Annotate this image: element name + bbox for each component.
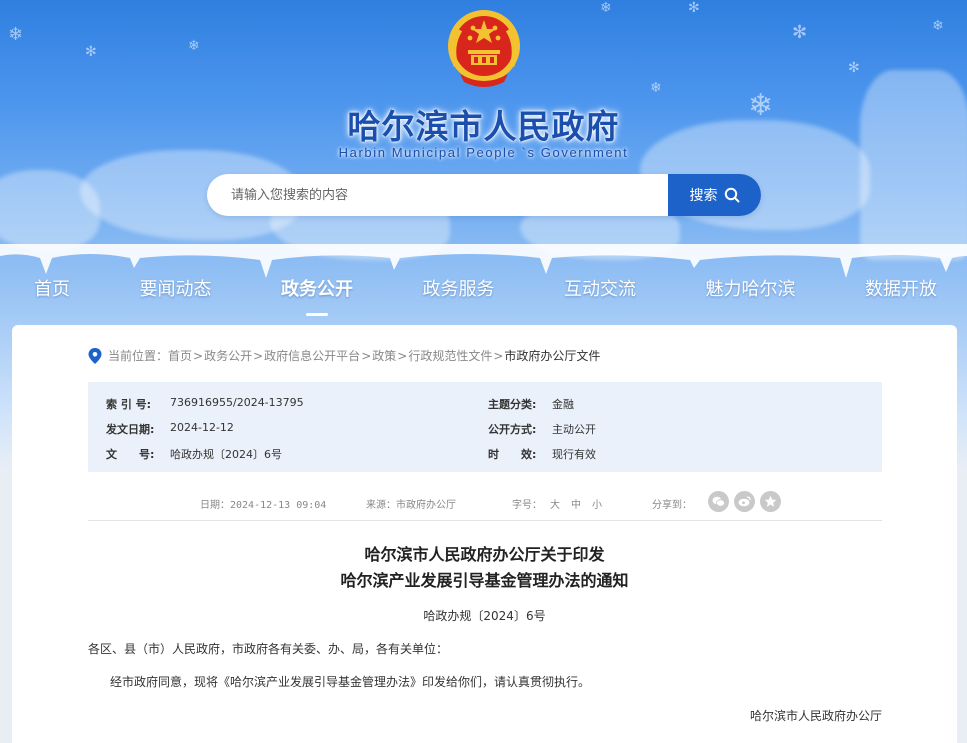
nav-item-government-affairs-disclosure[interactable]: 政务公开 [281,268,353,316]
snowflake-icon: ❄ [600,0,612,16]
article-info-bar: 日期：2024-12-13 09:04 来源：市政府办公厅 字号： 大 中 小 … [88,485,882,521]
breadcrumb-link-policy[interactable]: 政策 [372,347,396,364]
nav-item-news[interactable]: 要闻动态 [140,268,212,314]
main-nav: 首页 要闻动态 政务公开 政务服务 互动交流 魅力哈尔滨 数据开放 [0,268,967,316]
document-number-value: 哈政办规〔2024〕6号 [170,448,282,461]
document-title: 哈尔滨市人民政府办公厅关于印发 哈尔滨产业发展引导基金管理办法的通知 [12,542,957,594]
validity-label: 时 效: [488,448,537,461]
validity-value: 现行有效 [552,448,596,461]
category-value: 金融 [552,398,574,411]
location-pin-icon [88,347,102,364]
snowflake-icon: ❄ [188,38,200,54]
document-metadata-table: 索 引 号: 736916955/2024-13795 主题分类: 金融 发文日… [88,382,882,472]
snowflake-icon: ✻ [792,22,808,43]
ice-sculpture-decoration [0,170,100,250]
search-icon [724,187,739,203]
issue-date-value: 2024-12-12 [170,421,234,434]
breadcrumb-prefix: 当前位置： [108,349,169,363]
index-number-value: 736916955/2024-13795 [170,396,304,409]
search-bar: 搜索 [207,174,761,216]
breadcrumb-link-info-platform[interactable]: 政府信息公开平台 [264,347,360,364]
breadcrumb-link-disclosure[interactable]: 政务公开 [204,347,252,364]
font-size-large-button[interactable]: 大 [550,496,560,511]
snowflake-icon: ❄ [8,24,24,45]
article-source: 来源：市政府办公厅 [366,500,456,511]
share-label: 分享到： [652,500,692,511]
breadcrumb-link-home[interactable]: 首页 [168,347,192,364]
favorite-icon[interactable] [760,491,781,512]
breadcrumb: 当前位置： 首页 > 政务公开 > 政府信息公开平台 > 政策 > 行政规范性文… [88,347,600,364]
publish-mode-value: 主动公开 [552,423,596,436]
snowflake-icon: ✻ [848,60,860,76]
issue-date-label: 发文日期: [106,423,155,436]
document-title-line-1: 哈尔滨市人民政府办公厅关于印发 [364,545,605,564]
publish-mode-label: 公开方式: [488,423,537,436]
breadcrumb-separator: > [397,348,408,363]
document-body-paragraph: 经市政府同意，现将《哈尔滨产业发展引导基金管理办法》印发给你们，请认真贯彻执行。 [110,675,591,689]
search-button-label: 搜索 [689,188,718,204]
nav-item-charming-harbin[interactable]: 魅力哈尔滨 [706,268,796,314]
national-emblem-icon [448,10,520,87]
ice-tower-decoration [860,70,967,260]
font-size-medium-button[interactable]: 中 [571,496,581,511]
font-size-small-button[interactable]: 小 [592,496,602,511]
document-salutation: 各区、县（市）人民政府，市政府各有关委、办、局，各有关单位： [88,642,449,656]
font-size-label: 字号： [512,500,542,511]
publish-date: 日期：2024-12-13 09:04 [200,500,327,511]
document-signature: 哈尔滨市人民政府办公厅 [749,709,882,723]
nav-item-open-data[interactable]: 数据开放 [865,268,937,314]
site-title: 哈尔滨市人民政府 [347,107,620,146]
breadcrumb-link-normative-documents[interactable]: 行政规范性文件 [408,347,492,364]
category-label: 主题分类: [488,398,537,411]
breadcrumb-separator: > [253,348,264,363]
breadcrumb-separator: > [193,348,204,363]
nav-item-government-services[interactable]: 政务服务 [423,268,495,314]
nav-item-interaction[interactable]: 互动交流 [564,268,636,314]
breadcrumb-separator: > [361,348,372,363]
snowflake-icon: ❄ [932,18,944,34]
document-number: 哈政办规〔2024〕6号 [423,609,546,623]
breadcrumb-link-office-documents[interactable]: 市政府办公厅文件 [504,347,600,364]
nav-item-home[interactable]: 首页 [34,268,70,314]
index-number-label: 索 引 号: [106,398,152,411]
wechat-icon[interactable] [708,491,729,512]
site-subtitle: Harbin Municipal People `s Government [338,145,629,160]
document-title-line-2: 哈尔滨产业发展引导基金管理办法的通知 [340,571,629,590]
content-card: 当前位置： 首页 > 政务公开 > 政府信息公开平台 > 政策 > 行政规范性文… [12,325,957,743]
search-input[interactable] [207,174,669,216]
weibo-icon[interactable] [734,491,755,512]
document-number-label: 文 号: [106,448,155,461]
snowflake-icon: ❄ [650,80,662,96]
snowflake-icon: ✻ [688,0,700,16]
snowflake-icon: ✻ [85,44,97,60]
search-button[interactable]: 搜索 [668,174,761,216]
breadcrumb-separator: > [493,348,504,363]
